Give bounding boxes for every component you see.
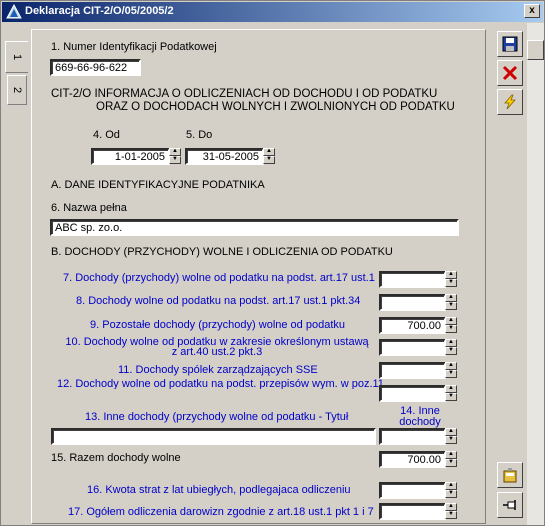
heading-line2: ORAZ O DOCHODACH WOLNYCH I ZWOLNIONYCH O… xyxy=(96,101,455,113)
row11-label: 11. Dochody spólek zarządzających SSE xyxy=(118,364,318,376)
row16-label: 16. Kwota strat z lat ubiegłych, podlega… xyxy=(87,484,351,496)
section-a-title: A. DANE IDENTYFIKACYJNE PODATNIKA xyxy=(51,179,265,191)
name-field[interactable]: ABC sp. zo.o. xyxy=(50,219,459,236)
nip-field[interactable]: 669-66-96-622 xyxy=(50,59,141,76)
od-label: 4. Od xyxy=(93,129,120,141)
row7-label: 7. Dochody (przychody) wolne od podatku … xyxy=(63,272,375,284)
nip-label: 1. Numer Identyfikacji Podatkowej xyxy=(51,41,217,53)
row16-spinner[interactable]: ▲ ▼ xyxy=(445,482,457,499)
row9-field[interactable]: 700.00 xyxy=(379,317,446,334)
row7-spinner[interactable]: ▲ ▼ xyxy=(445,271,457,288)
save-icon xyxy=(502,36,518,52)
od-date-spinner[interactable]: ▲ ▼ xyxy=(169,148,181,165)
row17-spinner[interactable]: ▲ ▼ xyxy=(445,503,457,520)
heading-line1: CIT-2/O INFORMACJA O ODLICZENIACH OD DOC… xyxy=(51,88,438,100)
tab-2-label: 2 xyxy=(11,86,23,94)
pin-button[interactable] xyxy=(497,492,523,518)
row12-field[interactable] xyxy=(379,385,446,402)
tab-2[interactable]: 2 xyxy=(7,75,27,105)
row17-label: 17. Ogółem odliczenia darowizn zgodnie z… xyxy=(68,506,374,518)
row10-spinner[interactable]: ▲ ▼ xyxy=(445,339,457,356)
scrollbar-thumb[interactable] xyxy=(527,40,544,60)
row16-field[interactable] xyxy=(379,482,446,499)
do-label: 5. Do xyxy=(186,129,213,141)
row12-label: 12. Dochody wolne od podatku na podst. p… xyxy=(57,379,384,389)
title-bar: Deklaracja CIT-2/O/05/2005/2 x xyxy=(2,2,543,22)
row12-spinner[interactable]: ▲ ▼ xyxy=(445,385,457,402)
calculator-button[interactable] xyxy=(497,462,523,488)
row13-label: 13. Inne dochody (przychody wolne od pod… xyxy=(85,411,349,423)
row14-spinner[interactable]: ▲ ▼ xyxy=(445,428,457,445)
row7-field[interactable] xyxy=(379,271,446,288)
row11-spinner[interactable]: ▲ ▼ xyxy=(445,362,457,379)
row15-field[interactable]: 700.00 xyxy=(379,451,446,468)
row14-field[interactable] xyxy=(379,428,446,445)
cancel-button[interactable] xyxy=(497,60,523,86)
calculator-icon xyxy=(503,468,517,483)
lightning-icon xyxy=(504,94,516,110)
pin-icon xyxy=(503,500,516,510)
do-date-spinner[interactable]: ▲ ▼ xyxy=(263,148,275,165)
cancel-icon xyxy=(502,65,518,81)
row8-label: 8. Dochody wolne od podatku na podst. ar… xyxy=(76,295,361,307)
tab-1-label: 1 xyxy=(11,53,23,61)
save-button[interactable] xyxy=(497,31,523,57)
row8-spinner[interactable]: ▲ ▼ xyxy=(445,294,457,311)
od-date-field[interactable]: 1-01-2005 xyxy=(91,148,170,165)
app-icon xyxy=(6,4,22,19)
do-date-field[interactable]: 31-05-2005 xyxy=(185,148,264,165)
row15-spinner[interactable]: ▲ ▼ xyxy=(445,451,457,468)
close-button[interactable]: x xyxy=(524,4,540,18)
row15-label: 15. Razem dochody wolne xyxy=(51,452,181,464)
section-b-title: B. DOCHODY (PRZYCHODY) WOLNE I ODLICZENI… xyxy=(51,246,393,258)
row17-field[interactable] xyxy=(379,503,446,520)
name-label: 6. Nazwa pełna xyxy=(51,202,127,214)
window-title: Deklaracja CIT-2/O/05/2005/2 xyxy=(25,5,174,17)
row8-field[interactable] xyxy=(379,294,446,311)
declaration-window: Deklaracja CIT-2/O/05/2005/2 x 1 2 1. Nu… xyxy=(0,0,545,526)
row10-label: 10. Dochody wolne od podatku w zakresie … xyxy=(65,337,369,357)
tab-1[interactable]: 1 xyxy=(5,41,28,73)
row10-field[interactable] xyxy=(379,339,446,356)
row13-title-field[interactable] xyxy=(51,428,376,445)
calculate-button[interactable] xyxy=(497,89,523,115)
row9-label: 9. Pozostałe dochody (przychody) wolne o… xyxy=(90,319,345,331)
row11-field[interactable] xyxy=(379,362,446,379)
row9-spinner[interactable]: ▲ ▼ xyxy=(445,317,457,334)
row14-label: 14. Inne dochody xyxy=(399,406,441,428)
vertical-scrollbar[interactable] xyxy=(527,23,544,525)
